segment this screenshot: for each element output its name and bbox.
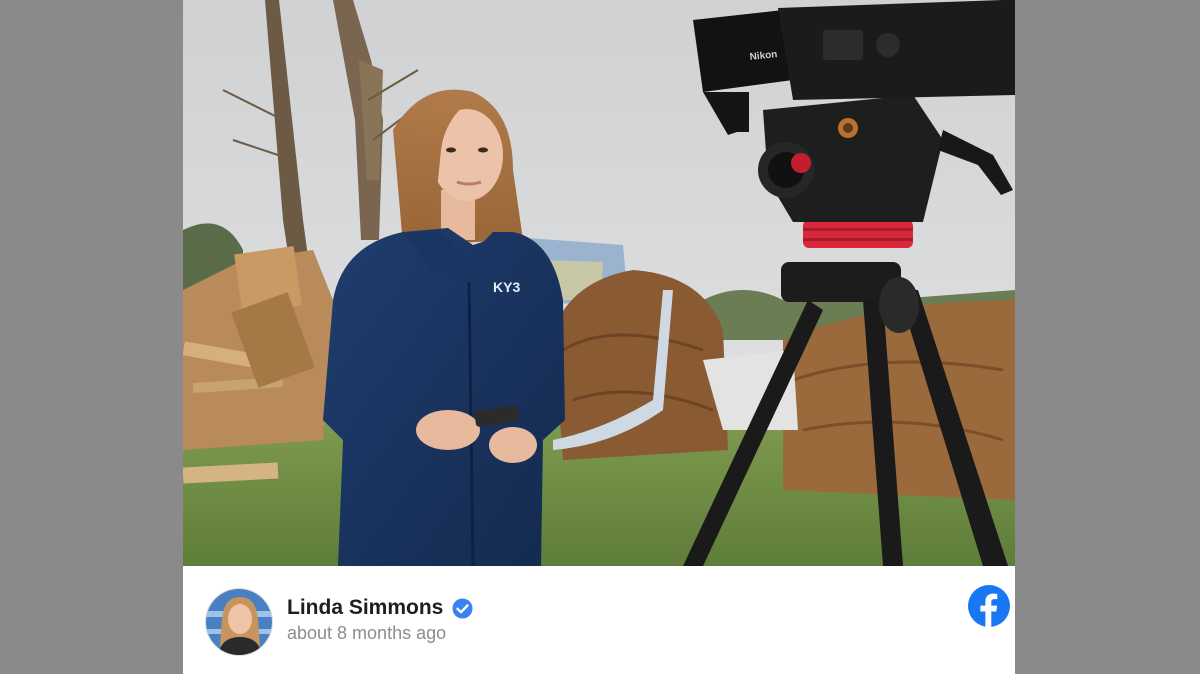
post-footer: Linda Simmons about 8 months ago bbox=[183, 566, 1015, 674]
svg-text:KY3: KY3 bbox=[493, 279, 520, 295]
author-avatar[interactable] bbox=[205, 588, 273, 656]
author-line: Linda Simmons bbox=[287, 594, 473, 622]
post-photo[interactable]: KY3 Nikon bbox=[183, 0, 1015, 566]
verified-badge-icon bbox=[452, 598, 473, 619]
post-card: KY3 Nikon Linda Simmons about 8 months a… bbox=[183, 0, 1015, 674]
facebook-icon[interactable] bbox=[968, 585, 1010, 627]
author-name[interactable]: Linda Simmons bbox=[287, 596, 443, 620]
post-timestamp[interactable]: about 8 months ago bbox=[287, 623, 446, 644]
